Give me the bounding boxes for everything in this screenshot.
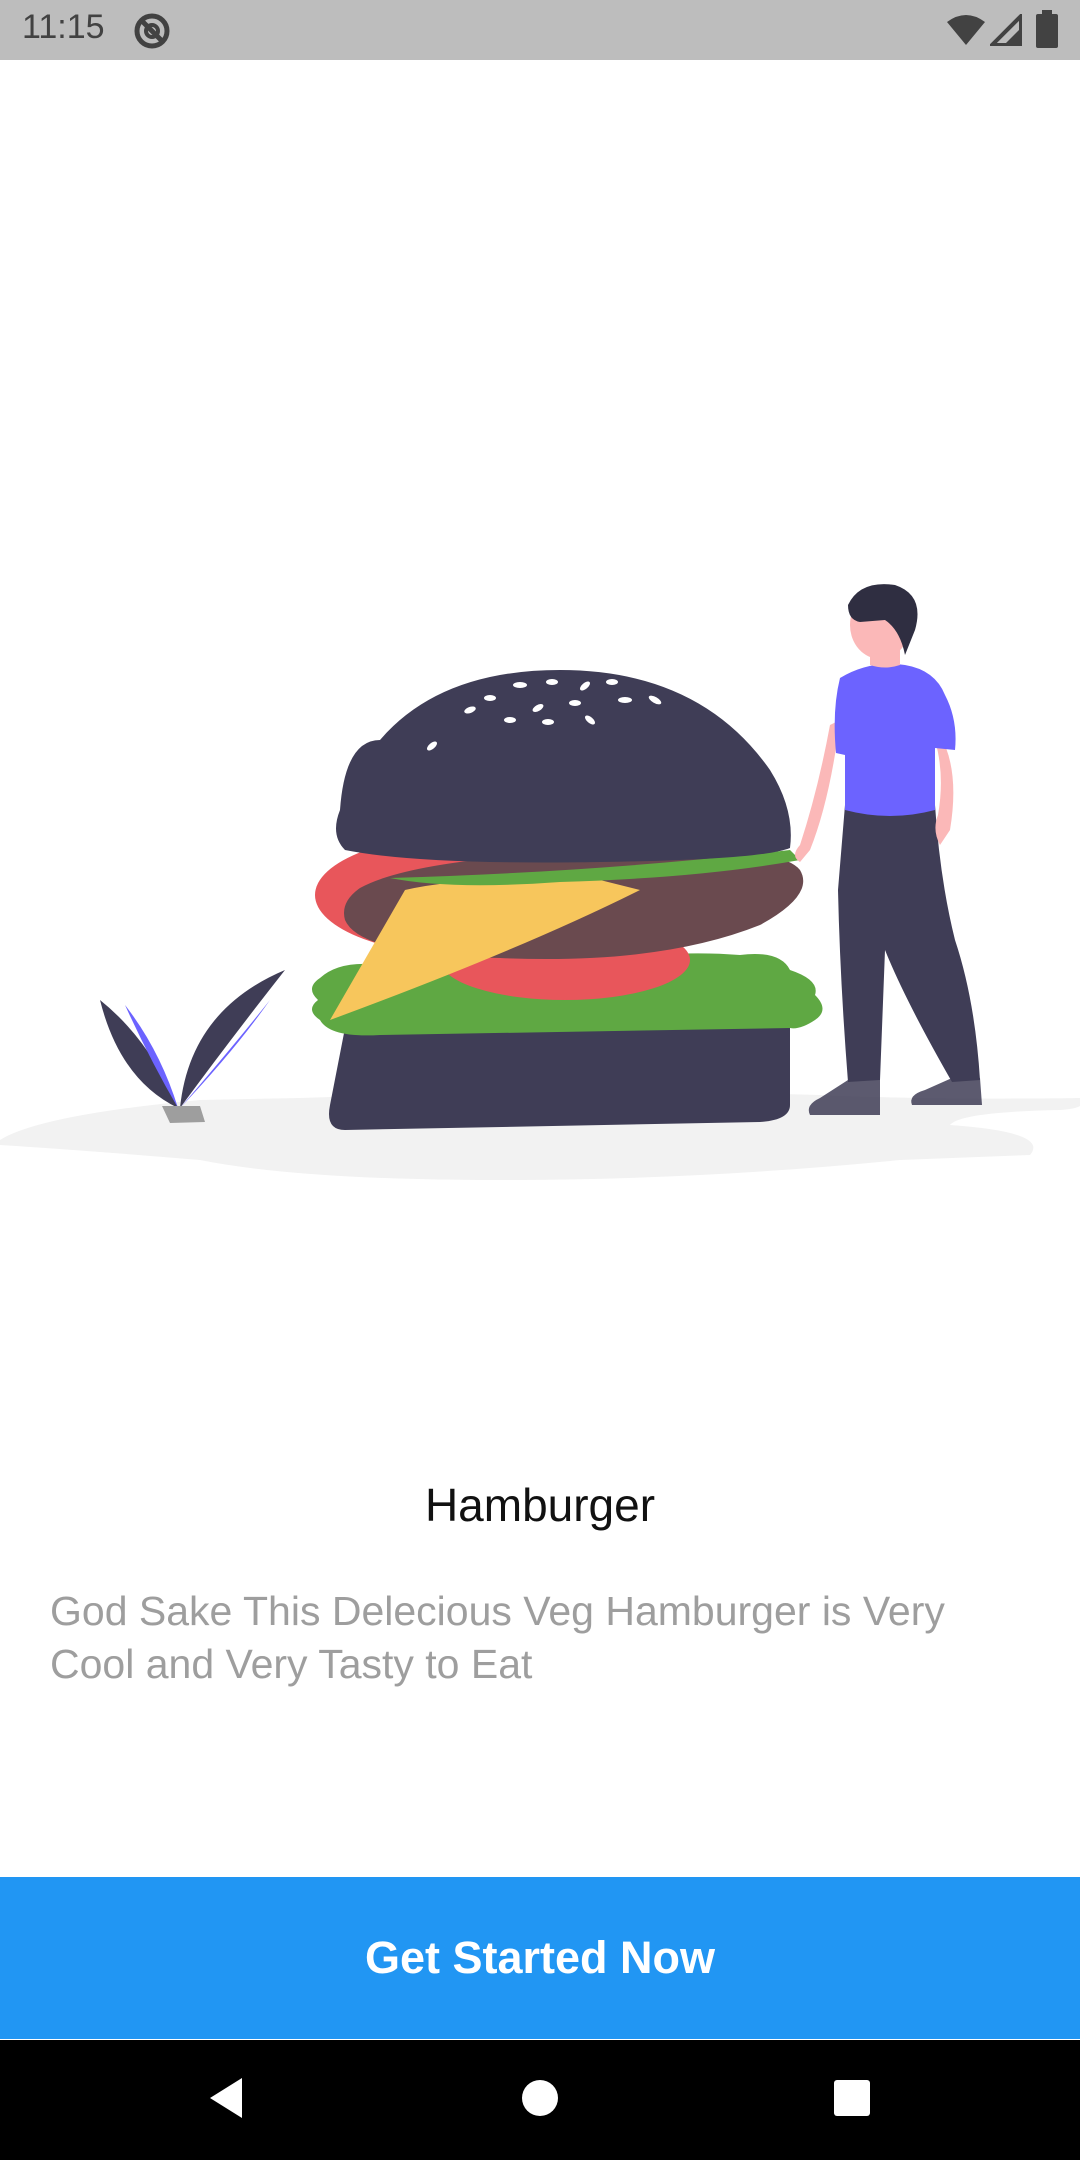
top-bun	[336, 670, 791, 863]
back-button[interactable]	[186, 2060, 266, 2140]
home-button[interactable]	[500, 2060, 580, 2140]
recents-icon	[833, 2079, 871, 2122]
page-description: God Sake This Delecious Veg Hamburger is…	[50, 1588, 945, 1687]
home-icon	[521, 2079, 559, 2122]
back-icon	[206, 2076, 246, 2125]
recents-button[interactable]	[812, 2060, 892, 2140]
status-time: 11:15	[22, 8, 105, 46]
onboarding-screen: 11:15 Hamburger God Sake This Delecious …	[0, 0, 1080, 2160]
wifi-icon	[946, 14, 986, 51]
navigation-bar	[0, 2040, 1080, 2160]
get-started-button[interactable]: Get Started Now	[0, 1877, 1080, 2039]
status-bar: 11:15	[0, 0, 1080, 60]
do-not-disturb-icon	[133, 12, 171, 55]
hamburger-illustration	[0, 560, 1080, 1200]
cellular-signal-icon	[987, 11, 1023, 51]
page-title: Hamburger	[424, 1479, 656, 1531]
person	[795, 584, 982, 1115]
bottom-bun	[329, 1028, 790, 1130]
battery-icon	[1036, 10, 1058, 53]
